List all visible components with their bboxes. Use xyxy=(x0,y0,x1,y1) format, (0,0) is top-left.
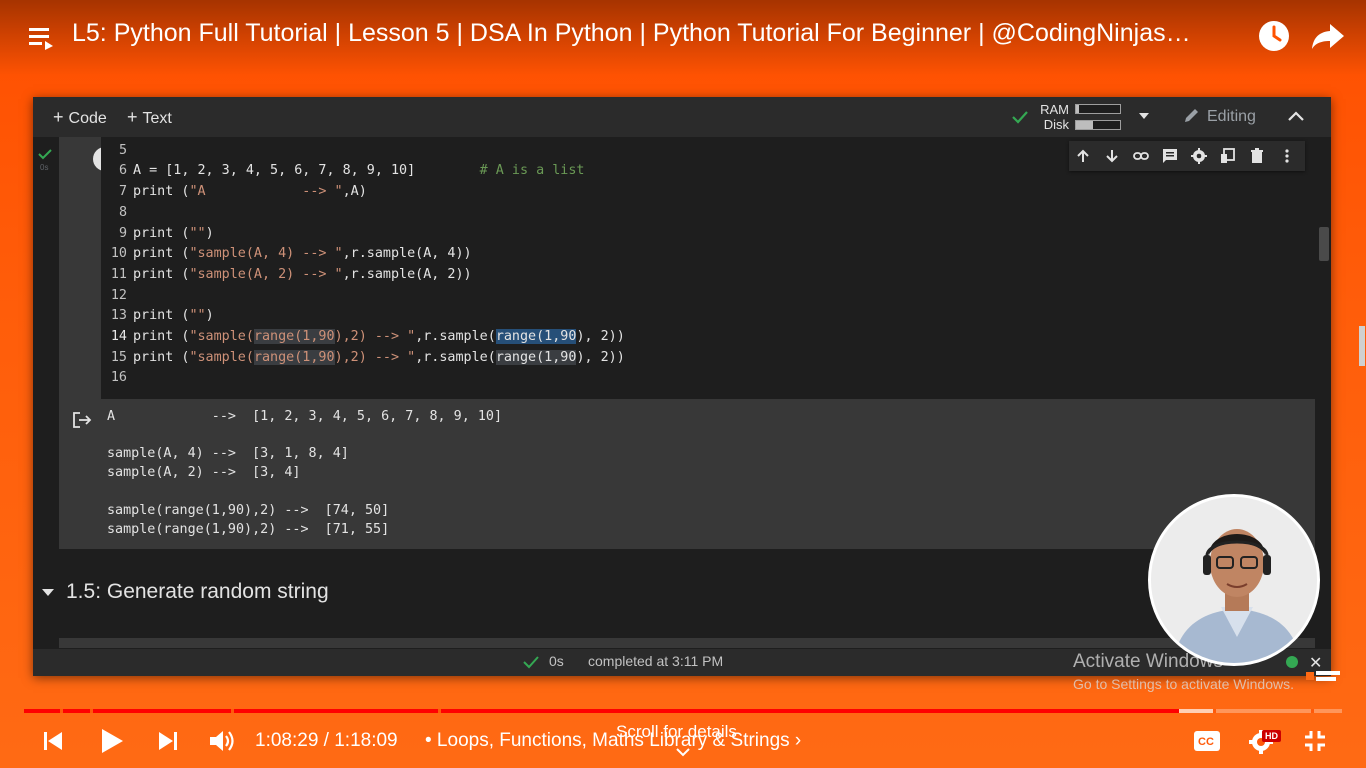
check-icon xyxy=(523,656,539,669)
played-bar xyxy=(24,709,1179,713)
code-cell[interactable]: 0s 5 6A = [1, 2, 3, 4, 5, 6, 7, 8, 9, 10… xyxy=(33,137,1365,399)
code-line[interactable]: 13 print ("") xyxy=(101,306,1281,326)
code-line[interactable]: 10 print ("sample(A, 4) --> ",r.sample(A,… xyxy=(101,244,1281,264)
execution-status: 0s xyxy=(38,147,54,177)
presenter-webcam xyxy=(1148,494,1320,666)
chapter-divider xyxy=(1213,709,1216,713)
section-title: 1.5: Generate random string xyxy=(66,580,329,603)
chapter-title[interactable]: • Loops, Functions, Maths Library & Stri… xyxy=(425,730,801,752)
editor-scrollbar[interactable] xyxy=(1359,326,1365,366)
add-code-button[interactable]: + Code xyxy=(53,107,107,128)
video-top-bar: L5: Python Full Tutorial | Lesson 5 | DS… xyxy=(0,0,1366,76)
output-line: sample(range(1,90),2) --> [74, 50] xyxy=(107,503,390,518)
output-line: sample(range(1,90),2) --> [71, 55] xyxy=(107,522,390,537)
fullscreen-icon[interactable] xyxy=(1303,729,1327,753)
chevron-down-icon[interactable] xyxy=(1139,113,1149,119)
code-line[interactable]: 7 print ("A --> ",A) xyxy=(101,182,1281,202)
clear-output-icon[interactable] xyxy=(72,411,92,429)
output-line: A --> [1, 2, 3, 4, 5, 6, 7, 8, 9, 10] xyxy=(107,409,503,424)
coding-ninjas-logo-mark xyxy=(1306,671,1340,681)
chapter-divider xyxy=(231,709,234,713)
code-line[interactable]: 11 print ("sample(A, 2) --> ",r.sample(A,… xyxy=(101,265,1281,285)
add-text-button[interactable]: + Text xyxy=(127,107,172,128)
chapter-divider xyxy=(60,709,63,713)
chapter-divider xyxy=(1311,709,1314,713)
presenter-image xyxy=(1151,497,1317,663)
chevron-up-icon[interactable] xyxy=(1287,109,1305,123)
cell-gutter xyxy=(59,137,117,399)
chapter-divider xyxy=(90,709,93,713)
connected-check-icon xyxy=(1012,111,1028,124)
trash-icon[interactable] xyxy=(1249,148,1265,164)
output-line: sample(A, 4) --> [3, 1, 8, 4] xyxy=(107,446,349,461)
ram-usage-bar xyxy=(1075,104,1121,114)
chevron-down-icon[interactable] xyxy=(676,748,690,757)
code-line-active[interactable]: 14 print ("sample(range(1,90),2) --> ",r.… xyxy=(101,327,1281,347)
notebook-toolbar: + Code + Text RAM Disk Editing xyxy=(33,97,1331,137)
cell-output: A --> [1, 2, 3, 4, 5, 6, 7, 8, 9, 10] sa… xyxy=(59,399,1315,549)
watch-later-icon[interactable] xyxy=(1258,20,1290,52)
captions-icon[interactable]: CC xyxy=(1193,730,1221,752)
scroll-for-details-hint: Scroll for details xyxy=(616,722,737,741)
previous-icon[interactable] xyxy=(42,730,64,752)
buffered-bar xyxy=(1178,709,1213,713)
check-icon xyxy=(38,149,52,160)
plus-icon: + xyxy=(127,107,138,127)
playlist-menu-icon[interactable] xyxy=(28,24,54,50)
collapse-section-icon[interactable] xyxy=(42,589,54,596)
player-controls: 1:08:29 / 1:18:09 • Loops, Functions, Ma… xyxy=(0,718,1366,768)
code-line[interactable]: 12 xyxy=(101,286,1281,306)
chapter-divider xyxy=(438,709,441,713)
resource-labels: RAM Disk xyxy=(1040,102,1069,132)
hd-badge: HD xyxy=(1262,730,1281,742)
mirror-cell-icon[interactable] xyxy=(1220,148,1236,164)
volume-icon[interactable] xyxy=(208,728,236,754)
notebook-scrollbar[interactable] xyxy=(1319,227,1329,261)
code-line[interactable]: 15 print ("sample(range(1,90),2) --> ",r.… xyxy=(101,348,1281,368)
code-line[interactable]: 16 xyxy=(101,368,1281,388)
code-editor[interactable]: 5 6A = [1, 2, 3, 4, 5, 6, 7, 8, 9, 10] #… xyxy=(101,137,1365,399)
plus-icon: + xyxy=(53,107,64,127)
pencil-icon xyxy=(1185,109,1198,122)
ram-usage-fill xyxy=(1076,105,1079,113)
section-header[interactable]: 1.5: Generate random string xyxy=(33,569,1315,619)
code-line[interactable]: 9 print ("") xyxy=(101,224,1281,244)
coding-ninjas-logo xyxy=(1306,670,1342,684)
arrow-up-icon[interactable] xyxy=(1075,148,1091,164)
svg-text:CC: CC xyxy=(1198,736,1214,748)
disk-usage-fill xyxy=(1076,121,1093,129)
cell-toolbar xyxy=(1069,141,1305,171)
colab-notebook: + Code + Text RAM Disk Editing 0s 5 6 A … xyxy=(33,97,1365,676)
disk-usage-bar xyxy=(1075,120,1121,130)
play-icon[interactable] xyxy=(99,727,125,755)
time-display: 1:08:29 / 1:18:09 xyxy=(255,730,398,751)
more-vert-icon[interactable] xyxy=(1279,148,1295,164)
resource-monitor[interactable]: RAM Disk xyxy=(1011,101,1161,133)
arrow-down-icon[interactable] xyxy=(1104,148,1120,164)
link-icon[interactable] xyxy=(1133,148,1149,164)
editing-mode-button[interactable]: Editing xyxy=(1183,106,1256,126)
video-title[interactable]: L5: Python Full Tutorial | Lesson 5 | DS… xyxy=(72,19,1252,48)
share-icon[interactable] xyxy=(1310,20,1346,52)
output-line: sample(A, 2) --> [3, 4] xyxy=(107,465,301,480)
next-cell[interactable] xyxy=(59,638,1315,648)
code-line[interactable]: 8 xyxy=(101,203,1281,223)
gear-icon[interactable] xyxy=(1191,148,1207,164)
next-icon[interactable] xyxy=(157,730,179,752)
video-progress-bar[interactable] xyxy=(24,709,1342,713)
comment-icon[interactable] xyxy=(1162,148,1178,164)
